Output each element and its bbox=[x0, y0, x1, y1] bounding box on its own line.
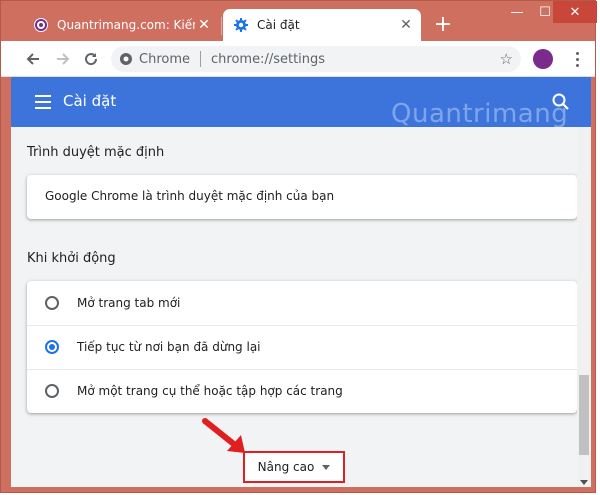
radio-label: Mở một trang cụ thể hoặc tập hợp các tra… bbox=[77, 384, 343, 398]
caret-down-icon bbox=[322, 464, 331, 470]
star-icon[interactable]: ☆ bbox=[500, 50, 513, 68]
url-text: chrome://settings bbox=[211, 51, 326, 67]
scroll-down-arrow-icon[interactable] bbox=[580, 480, 588, 485]
startup-option-new-tab[interactable]: Mở trang tab mới bbox=[27, 281, 577, 325]
arrow-right-icon bbox=[57, 53, 70, 65]
chrome-icon bbox=[120, 53, 132, 65]
scrollbar[interactable] bbox=[577, 127, 591, 487]
tab-strip: Quantrimang.com: Kiến Thức ✕ Cài đặt ✕ +… bbox=[1, 1, 597, 41]
settings-content: Trình duyệt mặc định Google Chrome là tr… bbox=[11, 127, 577, 487]
profile-avatar[interactable] bbox=[533, 49, 553, 69]
address-bar[interactable]: Chrome chrome://settings ☆ bbox=[111, 46, 521, 72]
startup-option-continue[interactable]: Tiếp tục từ nơi bạn đã dừng lại bbox=[27, 325, 577, 369]
advanced-button[interactable]: Nâng cao bbox=[243, 451, 345, 483]
site-info-chip[interactable]: Chrome bbox=[111, 52, 190, 67]
startup-option-specific-pages[interactable]: Mở một trang cụ thể hoặc tập hợp các tra… bbox=[27, 369, 577, 413]
advanced-label: Nâng cao bbox=[257, 460, 315, 474]
hamburger-icon[interactable] bbox=[35, 95, 51, 109]
scrollbar-thumb[interactable] bbox=[579, 375, 589, 455]
tab-separator bbox=[221, 17, 222, 35]
browser-window: Quantrimang.com: Kiến Thức ✕ Cài đặt ✕ +… bbox=[0, 0, 597, 493]
forward-button[interactable] bbox=[51, 47, 75, 71]
radio-button[interactable] bbox=[45, 296, 59, 310]
close-tab-icon[interactable]: ✕ bbox=[195, 16, 213, 34]
browser-toolbar: Chrome chrome://settings ☆ bbox=[1, 41, 595, 77]
close-tab-icon[interactable]: ✕ bbox=[397, 16, 415, 34]
tab-quantrimang[interactable]: Quantrimang.com: Kiến Thức ✕ bbox=[23, 9, 219, 41]
chip-label: Chrome bbox=[139, 51, 190, 67]
tab-title: Cài đặt bbox=[257, 18, 300, 32]
radio-button-checked[interactable] bbox=[45, 340, 59, 354]
gear-icon bbox=[234, 18, 248, 32]
omnibox-divider bbox=[200, 51, 201, 67]
radio-label: Tiếp tục từ nơi bạn đã dừng lại bbox=[77, 340, 261, 354]
window-close-button[interactable]: ✕ bbox=[553, 1, 597, 23]
watermark: Quantrimang bbox=[391, 99, 569, 129]
section-title-on-startup: Khi khởi động bbox=[27, 251, 116, 266]
back-button[interactable] bbox=[21, 47, 45, 71]
section-title-default-browser: Trình duyệt mặc định bbox=[27, 145, 165, 160]
search-icon[interactable] bbox=[551, 92, 571, 112]
reload-button[interactable] bbox=[79, 47, 103, 71]
page-title: Cài đặt bbox=[63, 92, 117, 110]
tab-title: Quantrimang.com: Kiến Thức bbox=[57, 18, 195, 32]
reload-icon bbox=[85, 53, 98, 66]
settings-header: Cài đặt Quantrimang bbox=[11, 77, 591, 129]
menu-dots-icon[interactable] bbox=[567, 47, 587, 71]
default-browser-status: Google Chrome là trình duyệt mặc định củ… bbox=[45, 189, 335, 203]
on-startup-card: Mở trang tab mới Tiếp tục từ nơi bạn đã … bbox=[27, 281, 577, 413]
default-browser-card: Google Chrome là trình duyệt mặc định củ… bbox=[27, 175, 577, 219]
tab-settings[interactable]: Cài đặt ✕ bbox=[223, 9, 421, 41]
radio-button[interactable] bbox=[45, 384, 59, 398]
radio-label: Mở trang tab mới bbox=[77, 296, 181, 310]
minimize-button[interactable]: — bbox=[503, 1, 531, 23]
new-tab-button[interactable]: + bbox=[431, 13, 455, 37]
quantrimang-favicon-icon bbox=[34, 18, 48, 32]
arrow-left-icon bbox=[26, 53, 39, 65]
